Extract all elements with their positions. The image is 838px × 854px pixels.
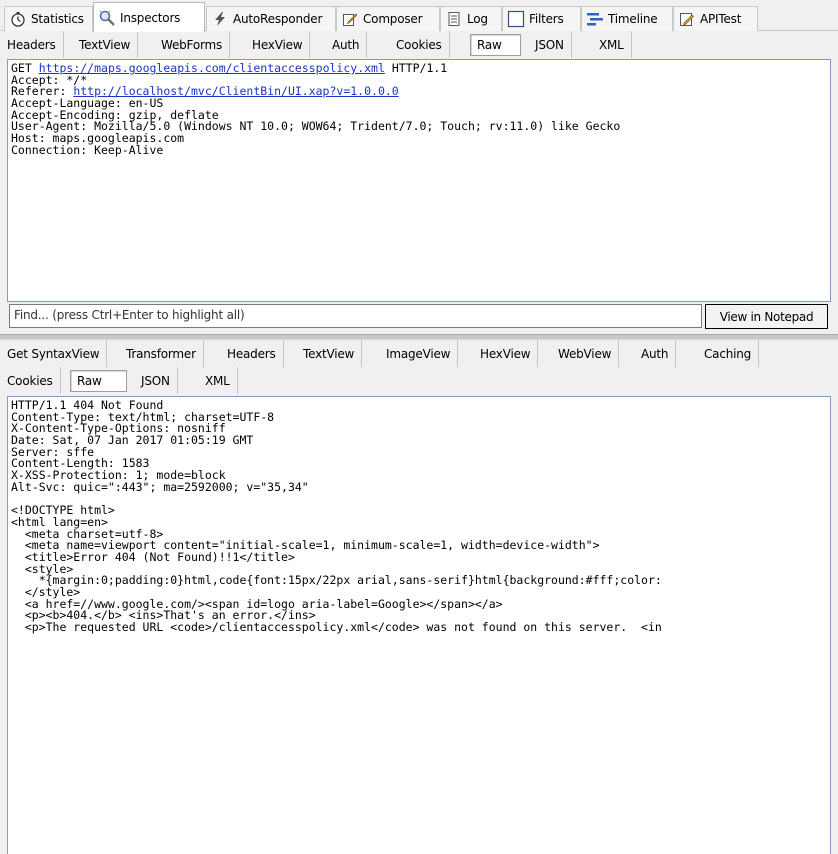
response-tab-auth[interactable]: Auth: [634, 340, 677, 367]
request-tab-xml[interactable]: XML: [592, 31, 632, 58]
response-tab-transformer[interactable]: Transformer: [119, 340, 204, 367]
tab-log[interactable]: Log: [440, 6, 502, 31]
tab-label: Statistics: [31, 12, 84, 26]
response-tab-json[interactable]: JSON: [134, 367, 178, 394]
checkbox-icon: [507, 10, 525, 28]
log-icon: [445, 10, 463, 28]
response-header-line: Alt-Svc: quic=":443"; ma=2592000; v="35,…: [11, 479, 309, 494]
tab-inspectors[interactable]: Inspectors: [93, 2, 205, 32]
response-tab-caching[interactable]: Caching: [697, 340, 760, 367]
response-tab-strip-row1: Get SyntaxView Transformer Headers TextV…: [0, 340, 838, 367]
response-tab-raw[interactable]: Raw: [70, 370, 127, 392]
response-tab-hexview[interactable]: HexView: [473, 340, 539, 367]
tab-label: Filters: [529, 12, 564, 26]
request-protocol: HTTP/1.1: [384, 61, 448, 75]
response-raw-text[interactable]: HTTP/1.1 404 Not Found Content-Type: text…: [7, 396, 831, 854]
tab-label: Timeline: [608, 12, 658, 26]
response-body-line: <title>Error 404 (Not Found)!!1</title>: [11, 549, 295, 564]
view-in-notepad-button[interactable]: View in Notepad: [705, 304, 828, 329]
request-tab-textview[interactable]: TextView: [72, 31, 139, 58]
find-input[interactable]: Find... (press Ctrl+Enter to highlight a…: [9, 304, 702, 328]
response-tab-xml[interactable]: XML: [198, 367, 238, 394]
find-bar: Find... (press Ctrl+Enter to highlight a…: [0, 302, 838, 332]
response-body-line: <p>The requested URL <code>/clientaccess…: [11, 620, 662, 635]
response-body-line: <!DOCTYPE html>: [11, 503, 115, 518]
tab-filters[interactable]: Filters: [502, 6, 581, 31]
request-tab-strip: Headers TextView WebForms HexView Auth C…: [0, 31, 838, 58]
request-tab-json[interactable]: JSON: [528, 31, 572, 58]
tab-label: Composer: [363, 12, 423, 26]
header-line: Connection: Keep-Alive: [11, 142, 164, 157]
tab-timeline[interactable]: Timeline: [581, 6, 673, 31]
tab-label: Log: [467, 12, 488, 26]
response-tab-headers[interactable]: Headers: [220, 340, 284, 367]
response-tab-strip-row2: Cookies Raw JSON XML: [0, 367, 838, 394]
main-tab-strip: Statistics Inspectors AutoResponder Comp…: [0, 0, 838, 32]
tab-label: AutoResponder: [233, 12, 323, 26]
request-tab-hexview[interactable]: HexView: [245, 31, 311, 58]
response-tab-webview[interactable]: WebView: [551, 340, 620, 367]
tab-composer[interactable]: Composer: [336, 6, 440, 31]
tab-statistics[interactable]: Statistics: [4, 6, 93, 31]
request-raw-text[interactable]: GET https://maps.googleapis.com/clientac…: [7, 59, 831, 302]
response-body-line: *{margin:0;padding:0}html,code{font:15px…: [11, 573, 662, 588]
tab-autoresponder[interactable]: AutoResponder: [206, 6, 336, 31]
lightning-icon: [211, 10, 229, 28]
response-tab-syntaxview[interactable]: Get SyntaxView: [0, 340, 108, 367]
request-line: GET https://maps.googleapis.com/clientac…: [11, 61, 827, 75]
response-header-line: Date: Sat, 07 Jan 2017 01:05:19 GMT: [11, 433, 254, 448]
timeline-icon: [586, 10, 604, 28]
magnifier-icon: [98, 9, 116, 27]
response-tab-textview[interactable]: TextView: [296, 340, 363, 367]
request-tab-cookies[interactable]: Cookies: [389, 31, 450, 58]
tab-apitest[interactable]: APITest: [673, 6, 758, 31]
request-tab-webforms[interactable]: WebForms: [154, 31, 231, 58]
compose-icon: [341, 10, 359, 28]
pencil-icon: [678, 10, 696, 28]
stopwatch-icon: [9, 10, 27, 28]
request-tab-headers[interactable]: Headers: [0, 31, 64, 58]
tab-label: Inspectors: [120, 10, 181, 25]
request-tab-raw[interactable]: Raw: [470, 34, 521, 56]
request-tab-auth[interactable]: Auth: [325, 31, 368, 58]
request-url-link[interactable]: https://maps.googleapis.com/clientaccess…: [39, 61, 385, 75]
response-tab-cookies[interactable]: Cookies: [0, 367, 61, 394]
response-tab-imageview[interactable]: ImageView: [379, 340, 459, 367]
tab-label: APITest: [700, 12, 742, 26]
